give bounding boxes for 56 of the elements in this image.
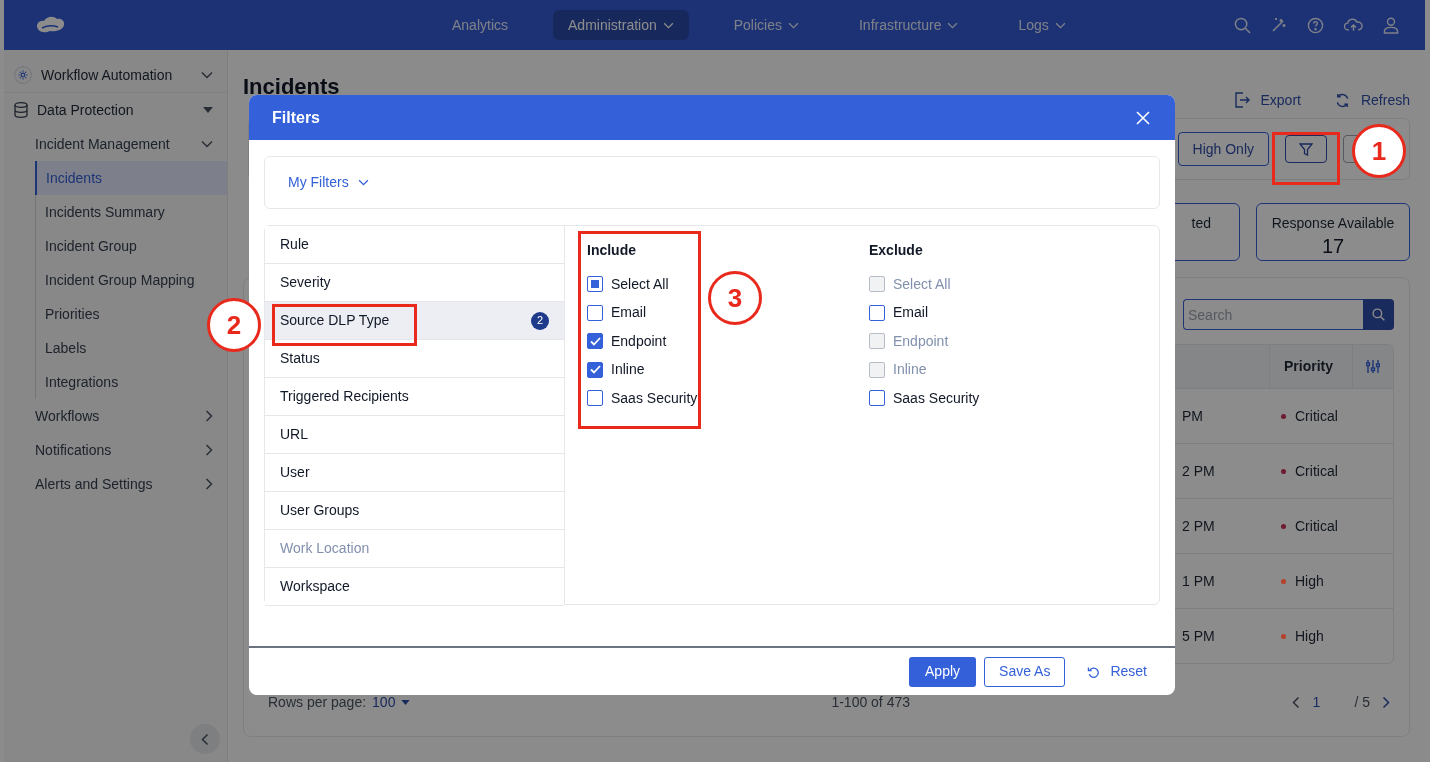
nav-tab[interactable]: Administration bbox=[553, 10, 689, 40]
sidebar-link[interactable]: Incidents bbox=[35, 161, 227, 195]
filter-category[interactable]: Source DLP Type 2 bbox=[265, 302, 564, 341]
nav-tab[interactable]: Policies bbox=[718, 10, 814, 40]
priority-text: Critical bbox=[1295, 406, 1338, 426]
column-title: Include bbox=[587, 242, 637, 261]
sidebar-section[interactable]: Workflow Automation bbox=[4, 58, 227, 93]
sidebar-group[interactable]: Notifications bbox=[4, 433, 227, 467]
column-header[interactable]: Priority bbox=[1269, 345, 1352, 388]
sidebar-group[interactable]: Workflows bbox=[4, 399, 227, 433]
priority-text: Critical bbox=[1295, 516, 1338, 536]
high-only-button[interactable]: High Only bbox=[1177, 132, 1269, 166]
sidebar-group[interactable]: Incident Management bbox=[4, 127, 227, 161]
sidebar-link[interactable]: Incident Group Mapping bbox=[35, 263, 227, 297]
reset-button[interactable]: Reset bbox=[1087, 656, 1147, 687]
nav-tab[interactable]: Analytics bbox=[437, 10, 524, 40]
table-cell-text: PM bbox=[1182, 406, 1203, 426]
checkbox-option[interactable]: Email bbox=[869, 298, 928, 328]
sidebar-link[interactable]: Integrations bbox=[35, 365, 227, 399]
range-text: 1-100 of 473 bbox=[830, 693, 911, 712]
page-number[interactable]: 1 bbox=[1312, 692, 1343, 713]
priority-text: Critical bbox=[1295, 461, 1338, 481]
table-cell-text: 5 PM bbox=[1182, 626, 1215, 646]
count-badge: 2 bbox=[531, 311, 549, 330]
checkbox-option[interactable]: Saas Security bbox=[869, 384, 980, 413]
filter-category[interactable]: Rule bbox=[265, 226, 564, 265]
page-title: Incidents bbox=[243, 75, 340, 99]
save-as-button[interactable]: Save As bbox=[984, 656, 1066, 687]
stat-label: Response Available bbox=[1271, 214, 1395, 233]
priority-text: High bbox=[1295, 571, 1324, 591]
toolbar-link[interactable]: Export bbox=[1233, 89, 1301, 111]
column-title: Exclude bbox=[869, 242, 924, 261]
checkbox-option[interactable]: Email bbox=[587, 298, 646, 328]
table-cell-text: 2 PM bbox=[1182, 461, 1215, 481]
page-total: / 5 bbox=[1354, 693, 1370, 712]
table-cell-text: 2 PM bbox=[1182, 516, 1215, 536]
priority-text: High bbox=[1295, 626, 1324, 646]
stat-value: 17 bbox=[1321, 234, 1345, 258]
stat-label: ted bbox=[1191, 214, 1211, 233]
checkbox-option[interactable]: Inline bbox=[587, 355, 645, 385]
sidebar-group[interactable]: Alerts and Settings bbox=[4, 467, 227, 501]
table-cell-text: 1 PM bbox=[1182, 571, 1215, 591]
dialog-title: Filters bbox=[272, 107, 321, 128]
rows-per-page-label: Rows per page: bbox=[268, 693, 367, 712]
checkbox-option[interactable]: Select All bbox=[587, 270, 669, 299]
rows-per-page-dropdown[interactable]: 100 bbox=[372, 692, 411, 713]
sidebar-link[interactable]: Incident Group bbox=[35, 229, 227, 263]
toolbar-link[interactable]: Refresh bbox=[1334, 89, 1410, 111]
sidebar-section[interactable]: Data Protection bbox=[4, 93, 227, 127]
checkbox-option[interactable]: Saas Security bbox=[587, 384, 698, 413]
my-filters-dropdown[interactable]: My Filters bbox=[288, 172, 369, 194]
sidebar-link[interactable]: Incidents Summary bbox=[35, 195, 227, 229]
checkbox-option[interactable]: Endpoint bbox=[587, 327, 667, 356]
apply-button[interactable]: Apply bbox=[909, 656, 977, 687]
nav-tab[interactable]: Infrastructure bbox=[844, 10, 974, 40]
nav-tab[interactable]: Logs bbox=[1003, 10, 1081, 40]
